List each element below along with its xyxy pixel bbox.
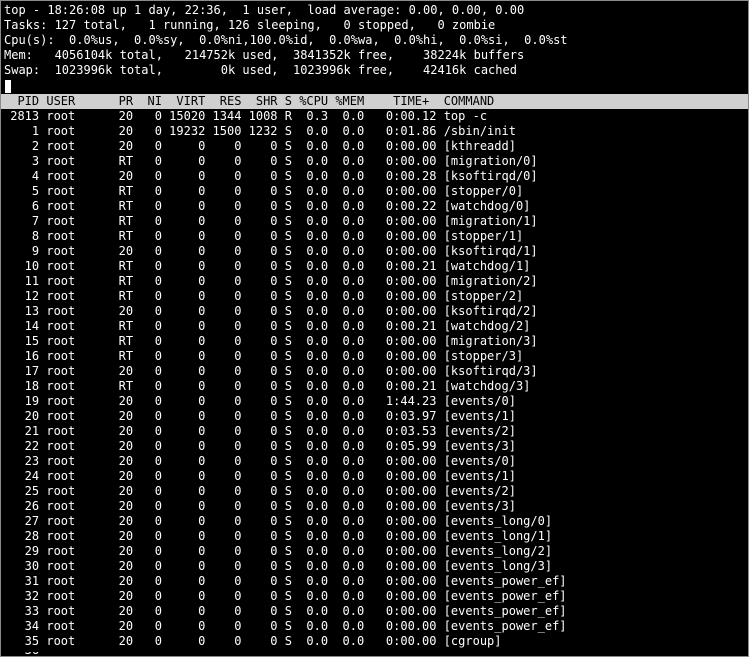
process-row: 26 root 20 0 0 0 0 S 0.0 0.0 0:00.00 [ev… bbox=[3, 499, 516, 513]
process-row: 35 root 20 0 0 0 0 S 0.0 0.0 0:00.00 [cg… bbox=[3, 634, 502, 648]
process-row: 28 root 20 0 0 0 0 S 0.0 0.0 0:00.00 [ev… bbox=[3, 529, 553, 543]
process-row: 3 root RT 0 0 0 0 S 0.0 0.0 0:00.00 [mig… bbox=[3, 154, 538, 168]
process-row: 11 root RT 0 0 0 0 S 0.0 0.0 0:00.00 [mi… bbox=[3, 274, 538, 288]
process-row: 20 root 20 0 0 0 0 S 0.0 0.0 0:03.97 [ev… bbox=[3, 409, 516, 423]
process-row: 29 root 20 0 0 0 0 S 0.0 0.0 0:00.00 [ev… bbox=[3, 544, 553, 558]
process-row: 2813 root 20 0 15020 1344 1008 R 0.3 0.0… bbox=[3, 109, 488, 123]
process-row: 19 root 20 0 0 0 0 S 0.0 0.0 1:44.23 [ev… bbox=[3, 394, 516, 408]
partial-row-text: 36 bbox=[3, 652, 43, 656]
process-row: 21 root 20 0 0 0 0 S 0.0 0.0 0:03.53 [ev… bbox=[3, 424, 516, 438]
process-row: 4 root 20 0 0 0 0 S 0.0 0.0 0:00.28 [kso… bbox=[3, 169, 538, 183]
terminal-window[interactable]: top - 18:26:08 up 1 day, 22:36, 1 user, … bbox=[0, 0, 749, 657]
process-row: 15 root RT 0 0 0 0 S 0.0 0.0 0:00.00 [mi… bbox=[3, 334, 538, 348]
process-row: 31 root 20 0 0 0 0 S 0.0 0.0 0:00.00 [ev… bbox=[3, 574, 567, 588]
process-row: 9 root 20 0 0 0 0 S 0.0 0.0 0:00.00 [kso… bbox=[3, 244, 538, 258]
process-row: 12 root RT 0 0 0 0 S 0.0 0.0 0:00.00 [st… bbox=[3, 289, 524, 303]
cpu-line: Cpu(s): 0.0%us, 0.0%sy, 0.0%ni,100.0%id,… bbox=[4, 33, 568, 47]
swap-line: Swap: 1023996k total, 0k used, 1023996k … bbox=[4, 63, 517, 77]
process-row: 16 root RT 0 0 0 0 S 0.0 0.0 0:00.00 [st… bbox=[3, 349, 524, 363]
process-row: 27 root 20 0 0 0 0 S 0.0 0.0 0:00.00 [ev… bbox=[3, 514, 553, 528]
process-row: 25 root 20 0 0 0 0 S 0.0 0.0 0:00.00 [ev… bbox=[3, 484, 516, 498]
column-header: PID USER PR NI VIRT RES SHR S %CPU %MEM … bbox=[3, 94, 495, 108]
process-row: 24 root 20 0 0 0 0 S 0.0 0.0 0:00.00 [ev… bbox=[3, 469, 516, 483]
process-row: 6 root RT 0 0 0 0 S 0.0 0.0 0:00.22 [wat… bbox=[3, 199, 531, 213]
process-row: 7 root RT 0 0 0 0 S 0.0 0.0 0:00.00 [mig… bbox=[3, 214, 538, 228]
process-row: 8 root RT 0 0 0 0 S 0.0 0.0 0:00.00 [sto… bbox=[3, 229, 524, 243]
process-row: 5 root RT 0 0 0 0 S 0.0 0.0 0:00.00 [sto… bbox=[3, 184, 524, 198]
tasks-line: Tasks: 127 total, 1 running, 126 sleepin… bbox=[4, 18, 496, 32]
process-row: 33 root 20 0 0 0 0 S 0.0 0.0 0:00.00 [ev… bbox=[3, 604, 567, 618]
process-row: 34 root 20 0 0 0 0 S 0.0 0.0 0:00.00 [ev… bbox=[3, 619, 567, 633]
process-row: 2 root 20 0 0 0 0 S 0.0 0.0 0:00.00 [kth… bbox=[3, 139, 516, 153]
process-row: 10 root RT 0 0 0 0 S 0.0 0.0 0:00.21 [wa… bbox=[3, 259, 531, 273]
process-row: 22 root 20 0 0 0 0 S 0.0 0.0 0:05.99 [ev… bbox=[3, 439, 516, 453]
process-row: 14 root RT 0 0 0 0 S 0.0 0.0 0:00.21 [wa… bbox=[3, 319, 531, 333]
process-row: 18 root RT 0 0 0 0 S 0.0 0.0 0:00.21 [wa… bbox=[3, 379, 531, 393]
terminal-cursor bbox=[5, 80, 11, 93]
process-row: 1 root 20 0 19232 1500 1232 S 0.0 0.0 0:… bbox=[3, 124, 516, 138]
mem-line: Mem: 4056104k total, 214752k used, 38413… bbox=[4, 48, 525, 62]
process-row: 17 root 20 0 0 0 0 S 0.0 0.0 0:00.00 [ks… bbox=[3, 364, 538, 378]
uptime-line: top - 18:26:08 up 1 day, 22:36, 1 user, … bbox=[4, 3, 525, 17]
partial-row: 36 bbox=[3, 652, 43, 656]
process-row: 23 root 20 0 0 0 0 S 0.0 0.0 0:00.00 [ev… bbox=[3, 454, 516, 468]
process-row: 30 root 20 0 0 0 0 S 0.0 0.0 0:00.00 [ev… bbox=[3, 559, 553, 573]
process-row: 13 root 20 0 0 0 0 S 0.0 0.0 0:00.00 [ks… bbox=[3, 304, 538, 318]
process-row: 32 root 20 0 0 0 0 S 0.0 0.0 0:00.00 [ev… bbox=[3, 589, 567, 603]
